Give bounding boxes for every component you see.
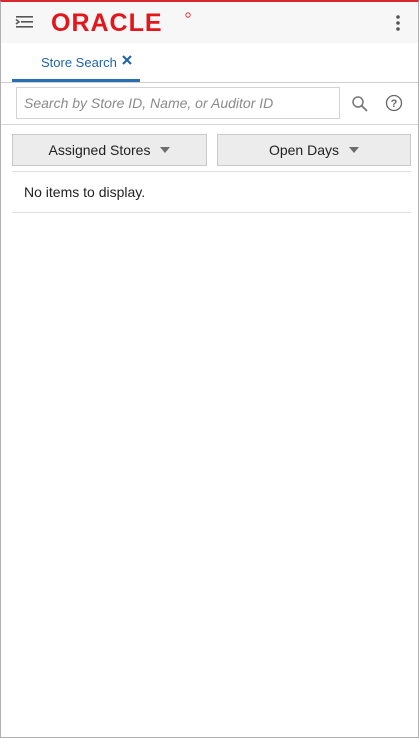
search-row: ? (1, 82, 418, 125)
svg-text:?: ? (391, 98, 398, 110)
logo-text: ORACLE (51, 10, 163, 34)
open-days-label: Open Days (268, 142, 340, 158)
app-header: ORACLE (1, 2, 418, 44)
caret-down-icon (349, 147, 360, 153)
list-divider (12, 212, 411, 213)
vertical-ellipsis-icon[interactable] (388, 12, 408, 34)
tab-label: Store Search (41, 55, 117, 70)
oracle-logo: ORACLE (51, 9, 193, 37)
tab-store-search[interactable]: Store Search (12, 43, 140, 82)
tab-bar: Store Search (1, 43, 418, 83)
app-window: ORACLE Store Search Search by Store ID, … (0, 0, 419, 738)
close-icon[interactable] (121, 53, 133, 65)
list-divider (12, 171, 411, 172)
empty-list-message: No items to display. (24, 184, 146, 200)
assigned-stores-label: Assigned Stores (48, 142, 151, 158)
navigation-drawer-icon[interactable] (15, 13, 35, 31)
help-icon[interactable]: ? (384, 93, 404, 113)
search-input[interactable] (16, 87, 340, 119)
assigned-stores-dropdown[interactable]: Assigned Stores (12, 134, 207, 166)
caret-down-icon (160, 147, 171, 153)
open-days-dropdown[interactable]: Open Days (217, 134, 411, 166)
search-icon[interactable] (351, 95, 369, 113)
